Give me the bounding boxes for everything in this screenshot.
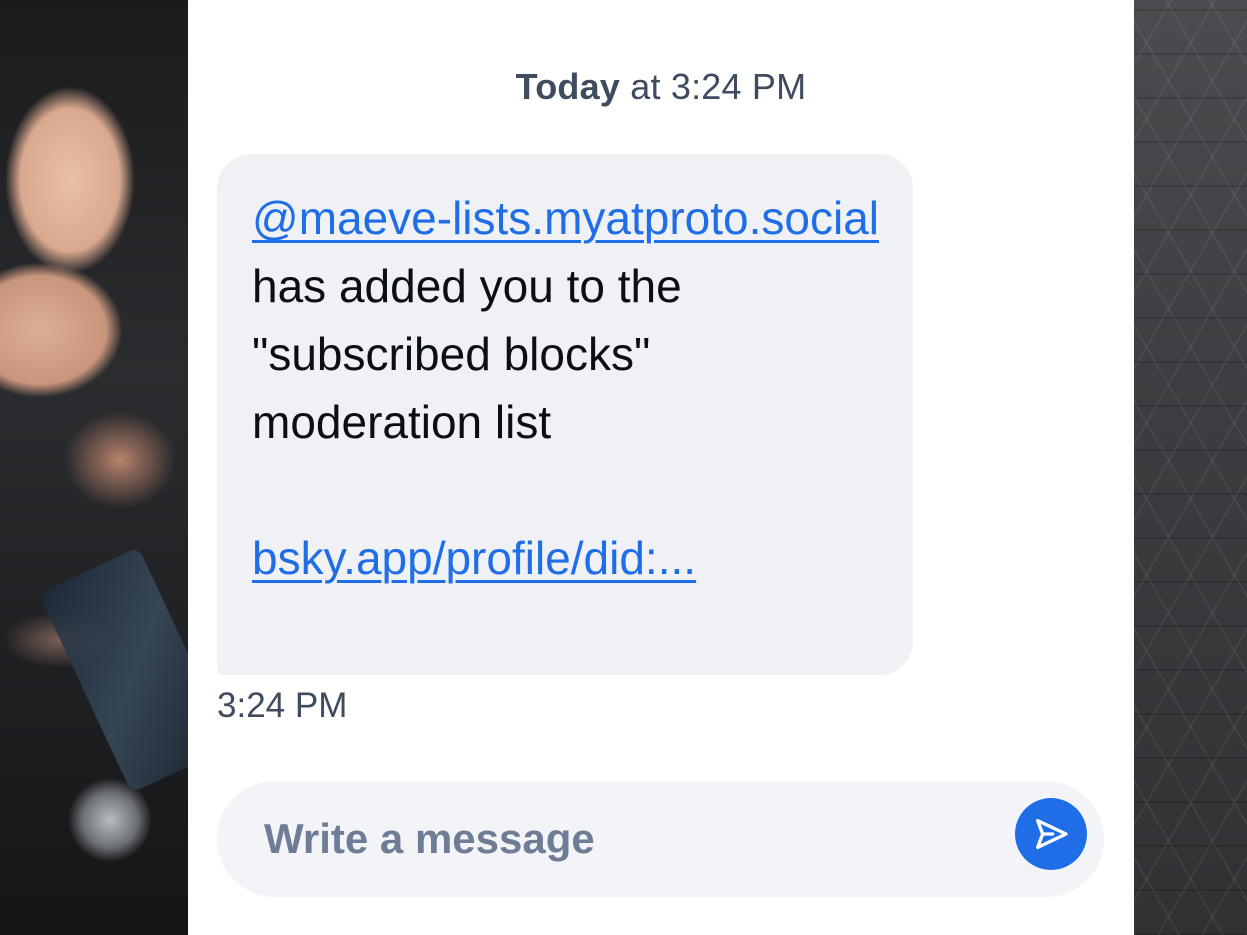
screen: Today at 3:24 PM @maeve-lists.myatproto.…: [0, 0, 1247, 935]
date-header-time: at 3:24 PM: [630, 66, 807, 107]
date-header: Today at 3:24 PM: [188, 66, 1134, 108]
profile-link[interactable]: bsky.app/profile/did:...: [252, 532, 696, 584]
mention-link[interactable]: @maeve-lists.myatproto.social: [252, 192, 879, 244]
message-bubble: @maeve-lists.myatproto.social has added …: [217, 154, 913, 675]
message-spacer: [252, 456, 883, 524]
message-composer: [217, 781, 1104, 897]
background-photo-left: [0, 0, 232, 935]
message-timestamp: 3:24 PM: [217, 686, 348, 725]
date-header-day: Today: [515, 66, 621, 107]
background-photo-right: [1134, 0, 1247, 935]
chat-panel: Today at 3:24 PM @maeve-lists.myatproto.…: [188, 0, 1134, 935]
send-button[interactable]: [1015, 798, 1087, 870]
message-input[interactable]: [264, 809, 984, 869]
message-text: has added you to the "subscribed blocks"…: [252, 260, 682, 448]
send-arrow-icon: [1036, 819, 1068, 849]
